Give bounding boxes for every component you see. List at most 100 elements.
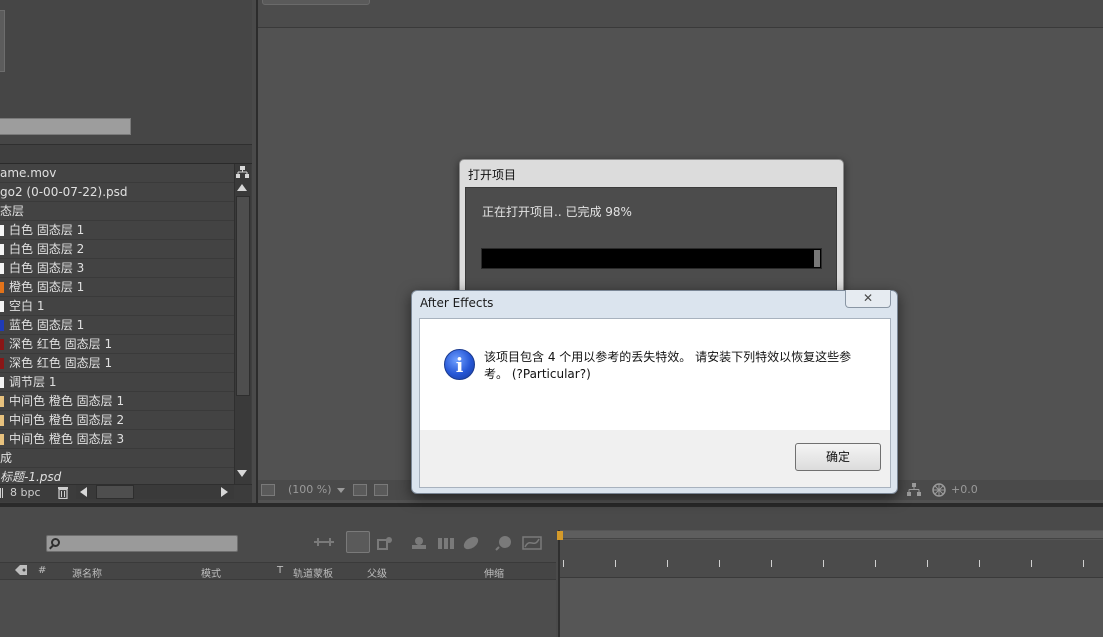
ruler-tick (875, 560, 876, 567)
column-source-name[interactable]: 源名称 (72, 565, 102, 580)
project-item-label: 橙色 固态层 1 (9, 280, 85, 294)
project-item-label: 中间色 橙色 固态层 1 (9, 394, 125, 408)
project-item[interactable]: 蓝色 固态层 1 (0, 316, 234, 335)
live-update-toggle-icon[interactable] (346, 531, 370, 553)
project-item-label: ame.mov (0, 166, 57, 180)
progress-status-text: 正在打开项目.. 已完成 98% (482, 205, 632, 219)
viewer-tab[interactable] (262, 0, 370, 5)
draft-3d-icon[interactable] (376, 535, 394, 551)
ruler-tick (823, 560, 824, 567)
scroll-up-arrow-icon[interactable] (237, 184, 247, 191)
exposure-value[interactable]: +0.0 (951, 483, 978, 496)
dialog-title: 打开项目 (468, 168, 517, 182)
brainstorm-icon[interactable] (495, 535, 513, 551)
label-color-swatch (0, 263, 4, 274)
trash-icon[interactable] (57, 486, 69, 502)
ruler-tick (771, 560, 772, 567)
safe-margins-icon[interactable] (374, 484, 388, 496)
label-color-swatch (0, 320, 4, 331)
project-item[interactable]: go2 (0-00-07-22).psd (0, 183, 234, 202)
project-item[interactable]: 白色 固态层 3 (0, 259, 234, 278)
ruler-tick (563, 560, 564, 567)
project-item[interactable]: 中间色 橙色 固态层 3 (0, 430, 234, 449)
project-item[interactable]: 中间色 橙色 固态层 1 (0, 392, 234, 411)
project-item[interactable]: 白色 固态层 2 (0, 240, 234, 259)
column-number[interactable]: # (38, 565, 46, 576)
project-item[interactable]: 白色 固态层 1 (0, 221, 234, 240)
ruler-tick (979, 560, 980, 567)
label-color-swatch (0, 282, 4, 293)
project-scrollbar-thumb[interactable] (236, 196, 250, 396)
project-item-label: 蓝色 固态层 1 (9, 318, 85, 332)
project-item[interactable]: 调节层 1 (0, 373, 234, 392)
label-color-swatch (0, 225, 4, 236)
project-item[interactable]: 成 (0, 449, 234, 468)
grid-overlay-icon[interactable] (353, 484, 367, 496)
project-item[interactable]: 橙色 固态层 1 (0, 278, 234, 297)
close-icon: ✕ (862, 291, 874, 305)
project-item[interactable]: 深色 红色 固态层 1 (0, 354, 234, 373)
project-item-label: 标题-1.psd (0, 470, 62, 484)
project-item-label: 深色 红色 固态层 1 (9, 356, 113, 370)
label-color-swatch (0, 396, 4, 407)
project-item-label: 白色 固态层 2 (9, 242, 85, 256)
ruler-tick (1031, 560, 1032, 567)
composition-mini-flowchart-icon[interactable] (313, 535, 334, 551)
search-icon (51, 538, 60, 547)
project-item-label: 空白 1 (9, 299, 45, 313)
scroll-down-arrow-icon[interactable] (237, 470, 247, 477)
flowchart-icon[interactable] (236, 166, 249, 182)
close-button[interactable]: ✕ (845, 290, 891, 308)
ruler-tick (667, 560, 668, 567)
scroll-left-arrow-icon[interactable] (80, 487, 87, 497)
label-color-swatch (0, 244, 4, 255)
project-item-label: 白色 固态层 1 (9, 223, 85, 237)
hide-shy-layers-icon[interactable] (410, 535, 428, 551)
project-item-label: 调节层 1 (9, 375, 57, 389)
ok-button[interactable]: 确定 (795, 443, 881, 471)
column-t[interactable]: T (277, 565, 283, 576)
work-area-bar[interactable] (560, 531, 1103, 539)
label-color-swatch (0, 358, 4, 369)
work-area-start-marker[interactable] (557, 531, 563, 540)
project-item[interactable]: 态层 (0, 202, 234, 221)
project-item-label: 深色 红色 固态层 1 (9, 337, 113, 351)
column-parent[interactable]: 父级 (367, 565, 387, 580)
motion-blur-icon[interactable] (462, 535, 480, 551)
ruler-tick (927, 560, 928, 567)
column-mode[interactable]: 模式 (201, 565, 221, 580)
graph-editor-icon[interactable] (522, 535, 542, 551)
exposure-icon[interactable] (931, 482, 947, 501)
timeline-search-input[interactable] (46, 535, 238, 552)
label-color-swatch (0, 377, 4, 388)
project-item[interactable]: ame.mov (0, 164, 234, 183)
project-item-label: 中间色 橙色 固态层 3 (9, 432, 125, 446)
flowchart-icon[interactable] (907, 483, 921, 499)
project-item-label: go2 (0-00-07-22).psd (0, 185, 128, 199)
zoom-level[interactable]: (100 %) (288, 483, 332, 496)
bit-depth-label[interactable]: 8 bpc (10, 486, 41, 499)
time-ruler[interactable] (560, 540, 1103, 578)
label-color-swatch (0, 415, 4, 426)
horizontal-scrollbar-thumb[interactable] (96, 485, 134, 499)
ruler-tick (719, 560, 720, 567)
project-item[interactable]: 标题-1.psd (0, 468, 234, 484)
project-item[interactable]: 中间色 橙色 固态层 2 (0, 411, 234, 430)
project-item-label: 白色 固态层 3 (9, 261, 85, 275)
project-item[interactable]: 深色 红色 固态层 1 (0, 335, 234, 354)
project-thumbnail (0, 10, 5, 72)
bit-depth-icon (0, 488, 3, 498)
project-search-input[interactable] (0, 118, 131, 135)
column-stretch[interactable]: 伸缩 (484, 565, 504, 580)
snapshot-icon[interactable] (261, 484, 275, 496)
progress-bar-remaining (814, 250, 820, 267)
column-track-matte[interactable]: 轨道蒙板 (293, 565, 333, 580)
scroll-right-arrow-icon[interactable] (221, 487, 228, 497)
alert-title: After Effects (420, 296, 494, 310)
label-color-swatch (0, 301, 4, 312)
ruler-tick (615, 560, 616, 567)
frame-blending-icon[interactable] (437, 535, 455, 551)
zoom-dropdown-icon[interactable] (337, 488, 345, 493)
project-item[interactable]: 空白 1 (0, 297, 234, 316)
project-item-label: 态层 (0, 204, 25, 218)
